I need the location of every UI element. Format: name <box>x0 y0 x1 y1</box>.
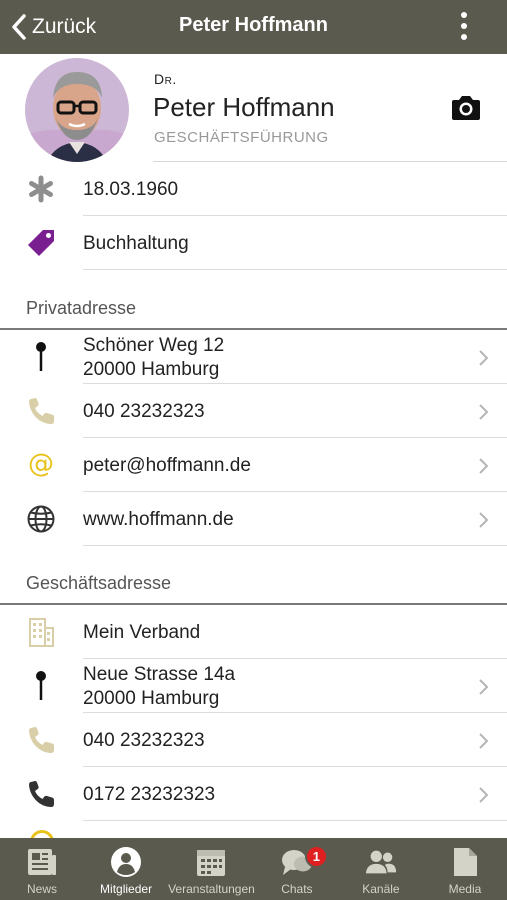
chevron-right-icon <box>479 458 489 474</box>
divider <box>83 820 507 821</box>
tab-label: Veranstaltungen <box>168 882 255 896</box>
company-text: Mein Verband <box>83 622 201 643</box>
tag-icon <box>24 226 58 260</box>
birthdate-row: 18.03.1960 <box>0 162 507 216</box>
tab-label: Mitglieder <box>100 882 153 896</box>
calendar-icon <box>194 845 228 879</box>
private-email-text: peter@hoffmann.de <box>83 455 251 476</box>
tab-label: News <box>27 882 58 896</box>
back-label: Zurück <box>32 15 97 38</box>
name-prefix: Dr. <box>154 71 177 87</box>
more-options-icon[interactable] <box>457 12 471 44</box>
chat-unread-badge: 1 <box>304 845 328 868</box>
business-address-row[interactable]: Neue Strasse 14a 20000 Hamburg <box>0 659 507 713</box>
address-line-2: 20000 Hamburg <box>83 688 220 709</box>
chevron-right-icon <box>479 350 489 366</box>
profile-name: Peter Hoffmann <box>153 92 335 122</box>
section-title-business: Geschäftsadresse <box>26 573 172 593</box>
building-icon <box>24 615 58 649</box>
divider <box>83 269 507 270</box>
private-address-row[interactable]: Schöner Weg 12 20000 Hamburg <box>0 330 507 384</box>
business-phone-row[interactable]: 040 23232323 <box>0 713 507 767</box>
business-mobile-row[interactable]: 0172 23232323 <box>0 767 507 821</box>
chevron-right-icon <box>479 679 489 695</box>
globe-icon <box>24 502 58 536</box>
private-web-row[interactable]: www.hoffmann.de <box>0 492 507 546</box>
pin-icon <box>24 669 58 703</box>
tab-label: Kanäle <box>362 882 400 896</box>
tab-bar: News Mitglieder Veranstaltungen 1 Chats … <box>0 838 507 900</box>
at-sign-icon: @ <box>28 449 54 479</box>
address-line-1: Neue Strasse 14a <box>83 664 236 685</box>
tab-news[interactable]: News <box>0 838 84 900</box>
private-phone-row[interactable]: 040 23232323 <box>0 384 507 438</box>
phone-icon <box>24 723 58 757</box>
private-email-row[interactable]: @ peter@hoffmann.de <box>0 438 507 492</box>
address-line-1: Schöner Weg 12 <box>83 335 225 356</box>
divider <box>83 545 507 546</box>
tab-members[interactable]: Mitglieder <box>84 838 168 900</box>
chevron-right-icon <box>479 512 489 528</box>
back-button[interactable]: Zurück <box>10 12 96 42</box>
asterisk-icon <box>24 172 58 206</box>
address-line-2: 20000 Hamburg <box>83 359 220 380</box>
chevron-right-icon <box>479 787 489 803</box>
media-icon <box>448 845 482 879</box>
avatar <box>25 58 129 162</box>
private-phone-text: 040 23232323 <box>83 401 205 422</box>
tab-chats[interactable]: 1 Chats <box>255 838 339 900</box>
department-row: Buchhaltung <box>0 216 507 270</box>
tab-channels[interactable]: Kanäle <box>339 838 423 900</box>
mobile-phone-icon <box>24 777 58 811</box>
business-phone-text: 040 23232323 <box>83 730 205 751</box>
profile-header: Dr. Peter Hoffmann GESCHÄFTSFÜHRUNG <box>0 54 507 162</box>
company-row: Mein Verband <box>0 605 507 659</box>
tab-label: Media <box>448 882 482 896</box>
tab-label: Chats <box>281 882 313 896</box>
pin-icon <box>24 340 58 374</box>
phone-icon <box>24 394 58 428</box>
members-icon <box>109 845 143 879</box>
top-bar: Zurück Peter Hoffmann <box>0 0 507 54</box>
news-icon <box>25 845 59 879</box>
department-text: Buchhaltung <box>83 233 189 254</box>
private-web-text: www.hoffmann.de <box>83 509 234 530</box>
profile-role: GESCHÄFTSFÜHRUNG <box>154 129 329 146</box>
chevron-right-icon <box>479 733 489 749</box>
birthdate-text: 18.03.1960 <box>83 179 179 200</box>
chevron-right-icon <box>479 404 489 420</box>
business-mobile-text: 0172 23232323 <box>83 784 216 805</box>
chevron-left-icon <box>12 14 26 40</box>
section-title-private: Privatadresse <box>26 298 137 318</box>
tab-events[interactable]: Veranstaltungen <box>168 838 255 900</box>
channels-icon <box>364 845 398 879</box>
tab-media[interactable]: Media <box>423 838 507 900</box>
camera-icon[interactable] <box>450 95 482 121</box>
